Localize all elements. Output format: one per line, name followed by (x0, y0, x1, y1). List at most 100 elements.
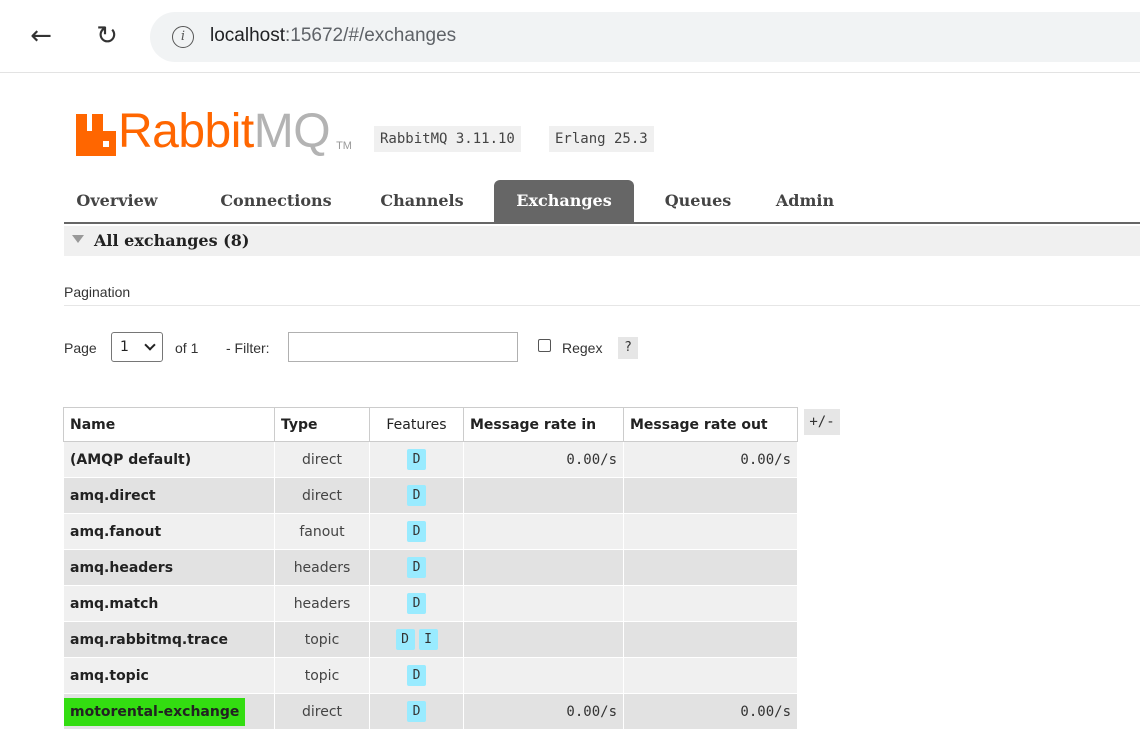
section-title: All exchanges (8) (94, 231, 250, 250)
table-row[interactable]: amq.direct direct D (63, 477, 798, 514)
page-label: Page (64, 340, 97, 356)
rate-in (463, 621, 624, 658)
durable-badge: D (407, 557, 426, 578)
rate-in (463, 585, 624, 622)
exchange-type: fanout (274, 513, 370, 550)
main-nav-tabs: Overview Connections Channels Exchanges … (64, 180, 1140, 222)
logo-word-rabbit: Rabbit (118, 105, 254, 158)
durable-badge: D (407, 449, 426, 470)
page-select[interactable]: 1 (111, 332, 163, 362)
regex-label: Regex (562, 340, 603, 356)
durable-badge: D (407, 521, 426, 542)
table-row[interactable]: amq.rabbitmq.trace topic DI (63, 621, 798, 658)
exchange-name-link[interactable]: amq.fanout (63, 513, 275, 550)
exchange-type: headers (274, 549, 370, 586)
chevron-down-icon (144, 339, 156, 351)
rate-out (623, 513, 798, 550)
rate-out (623, 477, 798, 514)
highlighted-exchange-name[interactable]: motorental-exchange (64, 697, 246, 726)
filter-label: - Filter: (226, 340, 270, 356)
rate-out (623, 585, 798, 622)
rate-in: 0.00/s (463, 441, 624, 478)
pagination-heading: Pagination (64, 284, 131, 300)
rate-out (623, 657, 798, 694)
rabbit-logo-icon (76, 114, 116, 156)
exchange-name-link[interactable]: (AMQP default) (63, 441, 275, 478)
table-row[interactable]: (AMQP default) direct D 0.00/s 0.00/s (63, 441, 798, 478)
erlang-version-badge: Erlang 25.3 (549, 126, 654, 152)
exchange-features: D (369, 657, 464, 694)
browser-toolbar: ← ↻ i localhost:15672/#/exchanges (0, 0, 1140, 72)
exchange-type: topic (274, 657, 370, 694)
rate-in (463, 477, 624, 514)
reload-icon[interactable]: ↻ (92, 22, 122, 52)
tab-exchanges[interactable]: Exchanges (494, 180, 634, 222)
exchange-features: D (369, 441, 464, 478)
table-row[interactable]: amq.fanout fanout D (63, 513, 798, 550)
site-info-icon[interactable]: i (172, 26, 194, 48)
logo-wordmark: RabbitMQ (118, 105, 331, 158)
exchange-type: headers (274, 585, 370, 622)
table-row[interactable]: motorental-exchange direct D 0.00/s 0.00… (63, 693, 798, 730)
rate-in (463, 549, 624, 586)
rate-out (623, 549, 798, 586)
internal-badge: I (418, 629, 438, 650)
exchanges-table: Name Type Features Message rate in Messa… (63, 407, 798, 730)
rabbitmq-logo[interactable]: RabbitMQ TM (76, 100, 352, 156)
column-header-type[interactable]: Type (274, 407, 370, 442)
exchange-name-link[interactable]: amq.rabbitmq.trace (63, 621, 275, 658)
pagination-divider (64, 305, 1140, 306)
exchange-features: D (369, 513, 464, 550)
exchange-features: D (369, 693, 464, 730)
table-row[interactable]: amq.match headers D (63, 585, 798, 622)
regex-help-button[interactable]: ? (618, 337, 638, 359)
page-select-value: 1 (120, 339, 129, 355)
column-header-rate-in[interactable]: Message rate in (463, 407, 624, 442)
tab-queues[interactable]: Queues (656, 180, 740, 222)
exchange-name-link[interactable]: amq.direct (63, 477, 275, 514)
table-row[interactable]: amq.headers headers D (63, 549, 798, 586)
rate-out: 0.00/s (623, 693, 798, 730)
rate-in (463, 513, 624, 550)
exchange-name-link[interactable]: amq.topic (63, 657, 275, 694)
address-bar[interactable]: i localhost:15672/#/exchanges (150, 12, 1140, 62)
exchange-features: D (369, 549, 464, 586)
pagination-controls: Page 1 of 1 - Filter: Regex ? (64, 331, 764, 363)
exchange-name-link[interactable]: motorental-exchange (63, 693, 275, 730)
exchange-type: direct (274, 693, 370, 730)
logo-word-mq: MQ (253, 105, 331, 158)
url-path: :15672/#/exchanges (285, 25, 457, 46)
column-header-name[interactable]: Name (63, 407, 275, 442)
durable-badge: D (407, 665, 426, 686)
durable-badge: D (407, 701, 426, 722)
rabbitmq-version-badge: RabbitMQ 3.11.10 (374, 126, 521, 152)
exchange-features: D (369, 477, 464, 514)
exchange-type: direct (274, 477, 370, 514)
column-header-rate-out[interactable]: Message rate out (623, 407, 798, 442)
toggle-columns-button[interactable]: +/- (804, 409, 840, 435)
durable-badge: D (395, 629, 415, 650)
regex-checkbox[interactable] (538, 339, 551, 352)
collapse-triangle-icon[interactable] (72, 235, 84, 243)
back-arrow-icon[interactable]: ← (26, 22, 56, 52)
tab-admin[interactable]: Admin (772, 180, 838, 222)
rate-in (463, 657, 624, 694)
filter-input[interactable] (288, 332, 518, 362)
column-header-features[interactable]: Features (369, 407, 464, 442)
tab-channels[interactable]: Channels (372, 180, 472, 222)
table-row[interactable]: amq.topic topic D (63, 657, 798, 694)
tab-overview[interactable]: Overview (70, 180, 164, 222)
tab-connections[interactable]: Connections (208, 180, 344, 222)
exchange-name-link[interactable]: amq.headers (63, 549, 275, 586)
rate-out: 0.00/s (623, 441, 798, 478)
durable-badge: D (407, 485, 426, 506)
exchange-name-link[interactable]: amq.match (63, 585, 275, 622)
all-exchanges-section-header[interactable]: All exchanges (8) (64, 226, 1140, 256)
tabs-underline (64, 222, 1140, 224)
exchange-features: DI (369, 621, 464, 658)
page-count-label: of 1 (175, 340, 199, 356)
url-text[interactable]: localhost:15672/#/exchanges (210, 25, 456, 47)
exchange-type: topic (274, 621, 370, 658)
exchange-features: D (369, 585, 464, 622)
durable-badge: D (407, 593, 426, 614)
